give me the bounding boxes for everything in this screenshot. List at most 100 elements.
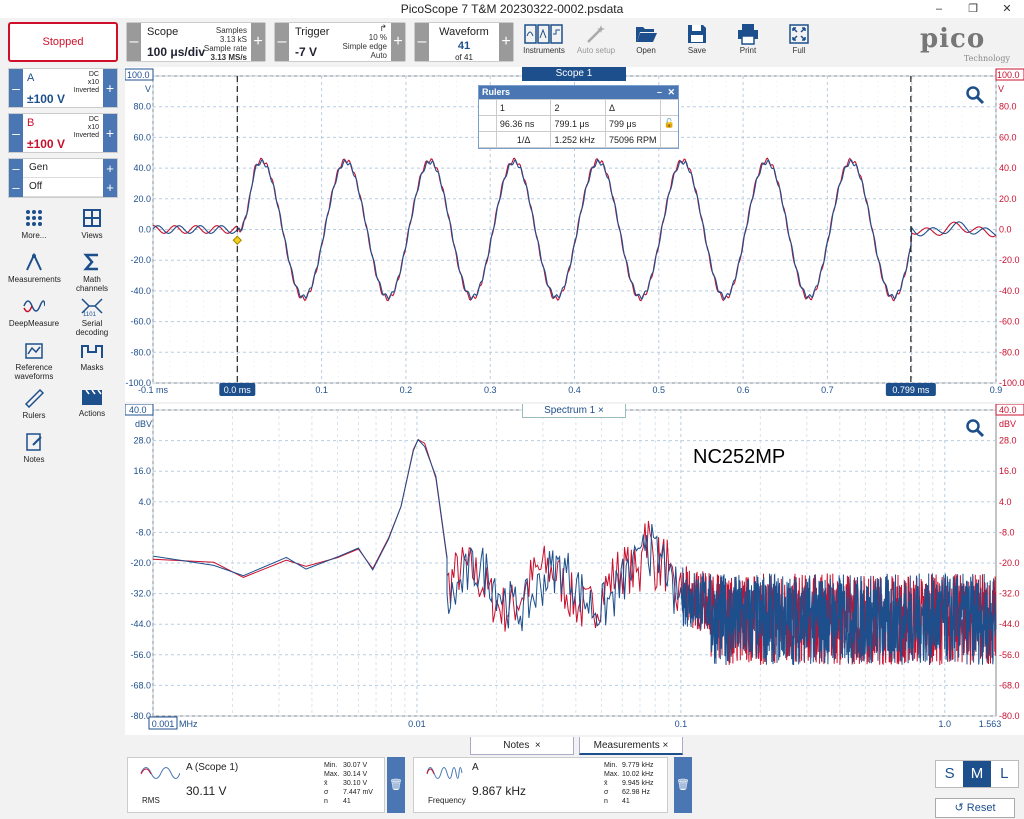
size-medium-button[interactable]: M	[963, 761, 991, 787]
ruler-1-label: 0.0 ms	[224, 385, 252, 395]
serial-decoding-button[interactable]: 1101 Serial decoding	[66, 296, 118, 337]
tab-spectrum-1[interactable]: Spectrum 1 ×	[522, 404, 626, 418]
size-selector: S M L	[935, 760, 1019, 788]
gen-increase-button[interactable]: +	[103, 159, 117, 178]
channel-a-settings[interactable]: DC x10 Inverted	[74, 71, 99, 95]
waveform-index[interactable]: 41	[429, 40, 499, 52]
rulers-title: Rulers	[482, 87, 511, 97]
trigger-decrease-button[interactable]: –	[275, 23, 289, 61]
close-icon[interactable]: ×	[663, 740, 669, 751]
measurements-button[interactable]: Measurements	[8, 252, 61, 284]
full-screen-button[interactable]: Full	[777, 22, 821, 62]
gen-state-decrease-button[interactable]: –	[9, 178, 23, 197]
tab-notes[interactable]: Notes ×	[470, 737, 574, 755]
spec-x-tick-label: 1.563	[979, 719, 1002, 729]
channel-b-settings[interactable]: DC x10 Inverted	[74, 116, 99, 140]
spec-y-tick-label: 4.0	[138, 497, 151, 507]
waveform-previous-button[interactable]: –	[415, 23, 429, 61]
spec-y-tick-label: -8.0	[135, 527, 151, 537]
channel-a-increase-button[interactable]: +	[103, 69, 117, 107]
pico-logo: pico Technology	[920, 24, 1010, 63]
delete-measurement-2-button[interactable]: 🗑	[674, 757, 692, 813]
channel-b-increase-button[interactable]: +	[103, 114, 117, 152]
serial-decode-icon: 1101	[81, 298, 103, 316]
spec-y-tick-label: -44.0	[130, 619, 151, 629]
spec-y-tick-label-right: -80.0	[999, 711, 1020, 721]
ruler-1-value: 96.36 ns	[495, 115, 552, 132]
measurement-card-rms[interactable]: A (Scope 1) 30.11 V RMS Min. Max. x̄ σ n 30.…	[127, 757, 385, 813]
tab-measurements[interactable]: Measurements ×	[579, 737, 683, 755]
channel-a-range[interactable]: ±100 V	[27, 92, 65, 106]
channel-a-decrease-button[interactable]: –	[9, 69, 23, 107]
rulers-button[interactable]: Rulers	[8, 388, 60, 420]
math-channels-button[interactable]: Math channels	[66, 252, 118, 293]
auto-setup-button[interactable]: Auto setup	[574, 22, 618, 62]
measurements-bar: Notes × Measurements × A (Scope 1) 30.11…	[125, 737, 1024, 819]
size-small-button[interactable]: S	[936, 761, 963, 787]
open-button[interactable]: Open	[624, 22, 668, 62]
scope-x-tick-label: 0.5	[653, 385, 666, 395]
dots-grid-icon	[26, 210, 42, 226]
trigger-info[interactable]: ↱ 10 % Simple edge Auto	[343, 23, 387, 61]
channel-a-name[interactable]: A	[27, 72, 34, 84]
channel-b-name[interactable]: B	[27, 117, 34, 129]
scope-y-tick-label: -40.0	[130, 286, 151, 296]
actions-button[interactable]: Actions	[66, 388, 118, 418]
close-icon[interactable]: ✕	[990, 0, 1024, 18]
reset-button[interactable]: ↺ Reset	[935, 798, 1015, 818]
delete-measurement-1-button[interactable]: 🗑	[387, 757, 405, 813]
more-button[interactable]: More...	[8, 208, 60, 240]
minimize-icon[interactable]: –	[922, 0, 956, 18]
ruler-frequency: 1.252 kHz	[550, 131, 607, 148]
timebase-value[interactable]: 100 μs/div	[147, 45, 205, 59]
trigger-increase-button[interactable]: +	[391, 23, 405, 61]
close-icon[interactable]: ×	[598, 405, 604, 416]
gen-name[interactable]: Gen	[29, 162, 48, 173]
close-icon[interactable]: ✕	[667, 86, 675, 99]
spectrum-graph[interactable]: 40.0 dBV 40.0 dBV 28.0 28.0 16.0 16.0 4.0 4.0 -8.0…	[124, 403, 1024, 735]
spec-y-tick-label: -56.0	[130, 650, 151, 660]
channel-b-decrease-button[interactable]: –	[9, 114, 23, 152]
left-axis-top-label: 100.0	[127, 70, 150, 80]
waveform-next-button[interactable]: +	[499, 23, 513, 61]
views-button[interactable]: Views	[66, 208, 118, 240]
spectrum-annotation: NC252MP	[693, 446, 786, 468]
gen-state-increase-button[interactable]: +	[103, 178, 117, 197]
tab-scope-1[interactable]: Scope 1	[522, 67, 626, 81]
print-button[interactable]: Print	[726, 22, 770, 62]
size-large-button[interactable]: L	[991, 761, 1018, 787]
restore-icon[interactable]: ❐	[956, 0, 990, 18]
minimize-icon[interactable]: –	[657, 86, 662, 99]
spec-left-unit: dBV	[135, 419, 152, 429]
mask-icon	[81, 345, 103, 358]
scope-y-tick-label-right: -20.0	[999, 255, 1020, 265]
notes-button[interactable]: Notes	[8, 432, 60, 464]
scope-x-tick-label: 0.7	[821, 385, 834, 395]
measurement-1-stat-labels: Min. Max. x̄ σ n	[324, 762, 340, 805]
gen-state[interactable]: Off	[29, 181, 42, 192]
close-icon[interactable]: ×	[535, 740, 541, 751]
spectrum-view[interactable]: 40.0 dBV 40.0 dBV 28.0 28.0 16.0 16.0 4.0 4.0 -8.0…	[124, 403, 1024, 735]
samples-info[interactable]: Samples 3.13 kS Sample rate 3.13 MS/s	[204, 26, 247, 62]
spec-right-unit: dBV	[999, 419, 1016, 429]
lock-icon[interactable]: 🔓	[659, 115, 678, 132]
timebase-increase-button[interactable]: +	[251, 23, 265, 61]
fullscreen-icon	[789, 24, 809, 44]
window-title: PicoScope 7 T&M 20230322-0002.psdata	[400, 2, 624, 16]
right-axis-top-label: 100.0	[997, 70, 1020, 80]
timebase-decrease-button[interactable]: –	[127, 23, 141, 61]
run-stop-button[interactable]: Stopped	[8, 22, 118, 62]
save-button[interactable]: Save	[675, 22, 719, 62]
trigger-control: – Trigger -7 V ↱ 10 % Simple edge Auto +	[274, 22, 406, 62]
measurement-2-kind: Frequency	[428, 796, 466, 805]
masks-button[interactable]: Masks	[66, 342, 118, 372]
trigger-level-value[interactable]: -7 V	[295, 45, 317, 59]
gen-decrease-button[interactable]: –	[9, 159, 23, 178]
rising-edge-icon: ↱	[379, 23, 387, 33]
reference-waveforms-button[interactable]: Reference waveforms	[8, 342, 60, 381]
instruments-button[interactable]: Instruments	[522, 22, 566, 62]
deepmeasure-button[interactable]: DeepMeasure	[8, 296, 60, 328]
channel-b-range[interactable]: ±100 V	[27, 137, 65, 151]
measurements-icon	[26, 252, 42, 271]
measurement-card-frequency[interactable]: A 9.867 kHz Frequency Min. Max. x̄ σ n 9.779…	[413, 757, 668, 813]
